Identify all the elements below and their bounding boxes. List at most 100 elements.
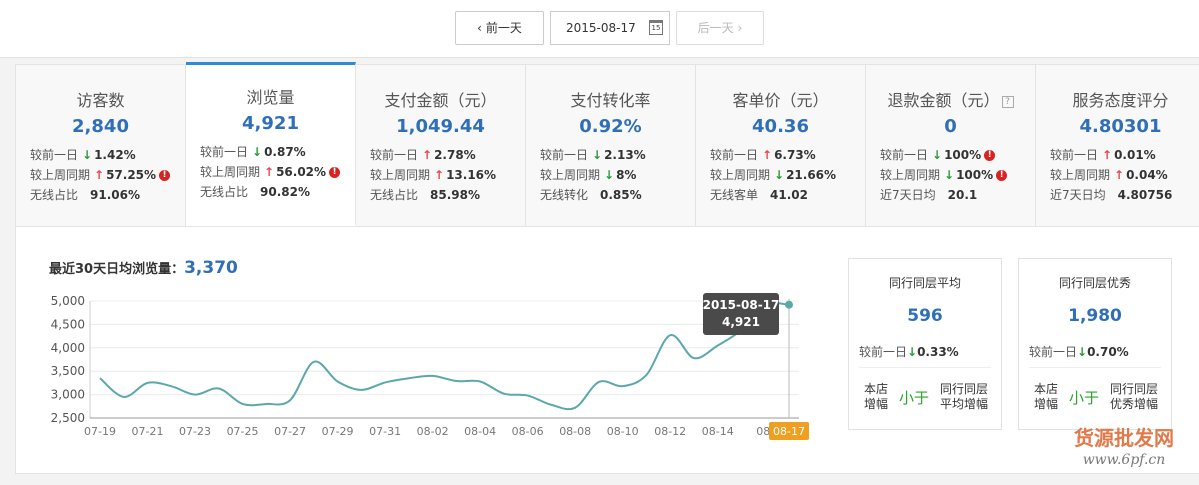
comparison-row: 无线占比 90.82% — [200, 182, 340, 202]
warning-icon[interactable]: ! — [984, 150, 996, 161]
comparison-row: 较上周同期 ↑ 57.25%! — [30, 165, 171, 185]
arrow-up-icon: ↑ — [264, 165, 275, 179]
help-icon[interactable]: ? — [1001, 95, 1014, 108]
metric-title-text: 访客数 — [76, 91, 125, 110]
arrow-down-icon: ↓ — [932, 148, 943, 162]
metric-title-text: 浏览量 — [246, 88, 295, 107]
warning-icon[interactable]: ! — [159, 170, 171, 181]
metric-card-4[interactable]: 客单价（元） 40.36 较前一日 ↑ 6.73% 较上周同期 ↓ 21.66% 无线客单 41.… — [696, 65, 866, 226]
metric-card-1[interactable]: 浏览量 4,921 较前一日 ↓ 0.87% 较上周同期 ↑ 56.02%! 无线占比 90.82… — [186, 62, 356, 225]
comparison-label: 较前一日 — [880, 148, 929, 162]
metric-card-3[interactable]: 支付转化率 0.92% 较前一日 ↓ 2.13% 较上周同期 ↓ 8% 无线转化 0.85% — [526, 65, 696, 226]
arrow-down-icon: ↓ — [907, 345, 918, 359]
y-tick-label: 4,500 — [51, 317, 85, 331]
arrow-down-icon: ↓ — [592, 148, 603, 162]
store-growth-label: 本店增幅 — [1033, 382, 1058, 411]
metric-value: 40.36 — [752, 116, 809, 137]
comparison-label: 较前一日 — [370, 148, 419, 162]
x-tick-label: 07-31 — [369, 425, 401, 438]
metric-title: 客单价（元） — [696, 87, 865, 111]
metric-title: 服务态度评分 — [1036, 87, 1199, 111]
peer-growth-label: 同行同层优秀增幅 — [1109, 382, 1158, 411]
date-value: 2015-08-17 — [566, 21, 636, 35]
next-day-button[interactable]: 后一天 › — [676, 11, 764, 45]
comparison-label: 较上周同期 — [370, 168, 431, 182]
comparison-value: 100% — [944, 148, 982, 162]
metric-title-text: 客单价（元） — [732, 91, 829, 110]
watermark-line2: www.6pf.cn — [1082, 452, 1166, 468]
comparison-value: 0.87% — [264, 145, 306, 159]
warning-icon[interactable]: ! — [996, 170, 1008, 181]
metric-card-2[interactable]: 支付金额（元） 1,049.44 较前一日 ↑ 2.78% 较上周同期 ↑ 13.16% 无线占… — [356, 65, 526, 226]
comparison-value: 56.02% — [276, 165, 327, 179]
metric-card-5[interactable]: 退款金额（元）? 0 较前一日 ↓ 100%! 较上周同期 ↓ 100%! 近7天日均 20.1 — [866, 65, 1036, 226]
comparison-value: 8% — [616, 168, 637, 182]
tooltip-date: 2015-08-17 — [703, 298, 780, 312]
relation-text: 小于 — [899, 389, 930, 407]
comparison-row: 无线占比 91.06% — [30, 185, 170, 205]
previous-day-label: 前一天 — [485, 21, 522, 35]
divider — [859, 367, 991, 368]
next-day-label: 后一天 — [697, 21, 734, 35]
comparison-row: 较前一日 ↓ 100%! — [880, 145, 1007, 165]
watermark-line1: 货源批发网 — [1074, 426, 1174, 450]
series-line — [99, 301, 790, 411]
arrow-up-icon: ↑ — [762, 148, 773, 162]
metric-card-6[interactable]: 服务态度评分 4.80301 较前一日 ↑ 0.01% 较上周同期 ↑ 0.04% 近7天日均 4… — [1036, 65, 1199, 226]
comparison-value: 21.66% — [786, 168, 837, 182]
peer-comparison-value: 0.70% — [1087, 345, 1129, 359]
relation-text: 小于 — [1069, 389, 1100, 407]
arrow-up-icon: ↑ — [94, 168, 105, 182]
metric-title: 支付转化率 — [526, 87, 695, 111]
arrow-down-icon: ↓ — [82, 148, 93, 162]
comparison-label: 无线客单 — [710, 188, 759, 202]
comparison-label: 较上周同期 — [540, 168, 601, 182]
peer-title: 同行同层平均 — [888, 276, 961, 290]
x-tick-label: 08-12 — [654, 425, 686, 438]
comparison-row: 较上周同期 ↓ 8% — [540, 165, 646, 185]
x-tick-label: 07-21 — [132, 425, 164, 438]
comparison-row: 近7天日均 4.80756 — [1050, 185, 1172, 205]
tooltip-value: 4,921 — [722, 315, 760, 329]
y-tick-label: 5,000 — [51, 294, 85, 308]
metric-title: 支付金额（元） — [356, 87, 525, 111]
comparison-label: 较前一日 — [710, 148, 759, 162]
comparison-value: 0.85% — [600, 188, 642, 202]
warning-icon[interactable]: ! — [329, 167, 341, 178]
x-tick-label: 07-19 — [84, 425, 116, 438]
highlight-date-label: 08-17 — [773, 425, 805, 438]
date-picker[interactable]: 2015-08-17 15 — [550, 11, 670, 45]
x-tick-label: 08-08 — [559, 425, 591, 438]
metric-title-text: 服务态度评分 — [1072, 91, 1169, 110]
metric-comparisons: 较前一日 ↑ 2.78% 较上周同期 ↑ 13.16% 无线占比 85.98% — [370, 145, 496, 205]
previous-day-button[interactable]: ‹ 前一天 — [455, 11, 544, 45]
comparison-row: 近7天日均 20.1 — [880, 185, 1007, 205]
metric-comparisons: 较前一日 ↑ 0.01% 较上周同期 ↑ 0.04% 近7天日均 4.80756 — [1050, 145, 1172, 205]
x-tick-label: 07-25 — [227, 425, 259, 438]
comparison-row: 较前一日 ↑ 2.78% — [370, 145, 496, 165]
peer-comparison-label: 较前一日 — [1029, 345, 1078, 359]
peer-comparison-row: 较前一日↓0.33% — [859, 343, 959, 360]
comparison-label: 较前一日 — [1050, 148, 1099, 162]
metric-comparisons: 较前一日 ↓ 2.13% 较上周同期 ↓ 8% 无线转化 0.85% — [540, 145, 646, 205]
store-growth-label: 本店增幅 — [863, 382, 888, 411]
x-tick-label: 08-02 — [417, 425, 449, 438]
comparison-value: 13.16% — [446, 168, 497, 182]
y-tick-label: 4,000 — [51, 341, 85, 355]
metric-card-0[interactable]: 访客数 2,840 较前一日 ↓ 1.42% 较上周同期 ↑ 57.25%! 无线占比 91.06… — [16, 65, 186, 226]
x-tick-label: 07-29 — [322, 425, 354, 438]
y-tick-label: 3,500 — [51, 364, 85, 378]
arrow-down-icon: ↓ — [604, 168, 615, 182]
data-point[interactable] — [785, 300, 793, 309]
comparison-row: 较上周同期 ↑ 56.02%! — [200, 162, 341, 182]
comparison-label: 较上周同期 — [30, 168, 91, 182]
peer-box-1: 同行同层优秀 1,980 较前一日↓0.70% 本店增幅 小于 同行同层优秀增幅 — [1018, 258, 1172, 430]
metric-comparisons: 较前一日 ↑ 6.73% 较上周同期 ↓ 21.66% 无线客单 41.02 — [710, 145, 836, 205]
comparison-label: 无线占比 — [370, 188, 419, 202]
comparison-label: 无线转化 — [540, 188, 589, 202]
pageview-trend-chart[interactable]: 2,500 3,000 3,500 4,000 4,500 5,000 07-19 07-21… — [46, 289, 816, 449]
traffic-overview-panel: 访客数 2,840 较前一日 ↓ 1.42% 较上周同期 ↑ 57.25%! 无线占比 91.06… — [15, 62, 1199, 474]
calendar-icon[interactable]: 15 — [649, 20, 663, 35]
x-tick-label: 08-10 — [607, 425, 639, 438]
date-navigation-bar: ‹ 前一天 2015-08-17 15 后一天 › — [0, 0, 1199, 58]
